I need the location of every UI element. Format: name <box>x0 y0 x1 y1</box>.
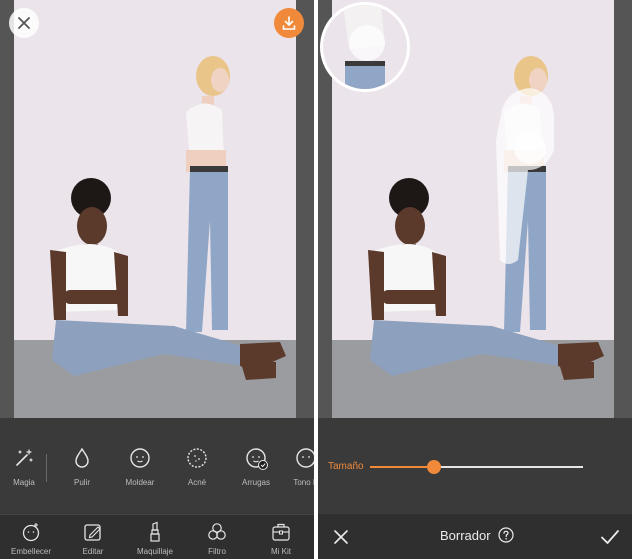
tone-face-icon <box>296 448 314 468</box>
right-panel: Tamaño Borrador <box>318 0 632 559</box>
beautify-icon <box>22 523 40 542</box>
photo-canvas[interactable] <box>0 0 314 418</box>
wrinkle-face-icon <box>246 448 268 470</box>
size-slider-panel: Tamaño <box>318 418 632 514</box>
close-button[interactable] <box>9 8 39 38</box>
tool-label: Moldear <box>125 478 155 487</box>
acne-face-icon <box>187 448 207 468</box>
lipstick-icon <box>150 521 160 542</box>
magic-wand-icon <box>16 449 33 466</box>
nav-label: Filtro <box>208 547 226 556</box>
nav-label: Editar <box>82 547 104 556</box>
nav-label: Mi Kit <box>271 547 291 556</box>
size-slider-track[interactable] <box>433 466 583 468</box>
size-slider-thumb[interactable] <box>426 460 441 474</box>
tool-pulir[interactable]: Pulir <box>52 446 112 487</box>
nav-mi-kit[interactable]: Mi Kit <box>250 521 312 556</box>
filter-icon <box>208 523 226 540</box>
tool-separator <box>46 454 47 482</box>
tool-label: Pulir <box>73 478 90 487</box>
bottom-nav: Embellecer Editar Maquillaje Filtro Mi K… <box>0 514 314 559</box>
close-icon <box>18 17 30 29</box>
photo-image <box>14 0 296 418</box>
tool-label: Tono D <box>293 478 314 487</box>
nav-filtro[interactable]: Filtro <box>186 521 248 556</box>
magnifier-image <box>323 5 407 89</box>
kit-icon <box>272 523 290 541</box>
tool-moldear[interactable]: Moldear <box>110 446 170 487</box>
tool-acne[interactable]: Acné <box>167 446 227 487</box>
nav-editar[interactable]: Editar <box>62 521 124 556</box>
droplet-icon <box>75 447 89 468</box>
photo-frame <box>14 0 296 418</box>
nav-maquillaje[interactable]: Maquillaje <box>124 521 186 556</box>
eraser-bottom-bar: Borrador <box>318 514 632 559</box>
tool-title: Borrador <box>440 528 491 543</box>
size-slider-track-filled[interactable] <box>370 466 434 468</box>
download-icon <box>282 16 296 30</box>
face-icon <box>130 448 150 468</box>
tool-strip: Magia Pulir Moldear Acné Arrugas Tono <box>0 418 314 514</box>
nav-label: Embellecer <box>10 547 51 556</box>
nav-embellecer[interactable]: Embellecer <box>0 521 62 556</box>
edit-icon <box>84 524 101 541</box>
tool-tono[interactable]: Tono D <box>276 446 314 487</box>
download-button[interactable] <box>274 8 304 38</box>
size-slider-label: Tamaño <box>328 461 364 472</box>
left-panel: Magia Pulir Moldear Acné Arrugas Tono Em… <box>0 0 314 559</box>
magnifier-loupe <box>320 2 410 92</box>
confirm-button[interactable] <box>598 525 622 549</box>
nav-label: Maquillaje <box>136 547 174 556</box>
eraser-brush <box>514 132 546 164</box>
cancel-button[interactable] <box>330 526 352 548</box>
help-icon[interactable] <box>498 527 514 543</box>
tool-label: Acné <box>187 478 207 487</box>
